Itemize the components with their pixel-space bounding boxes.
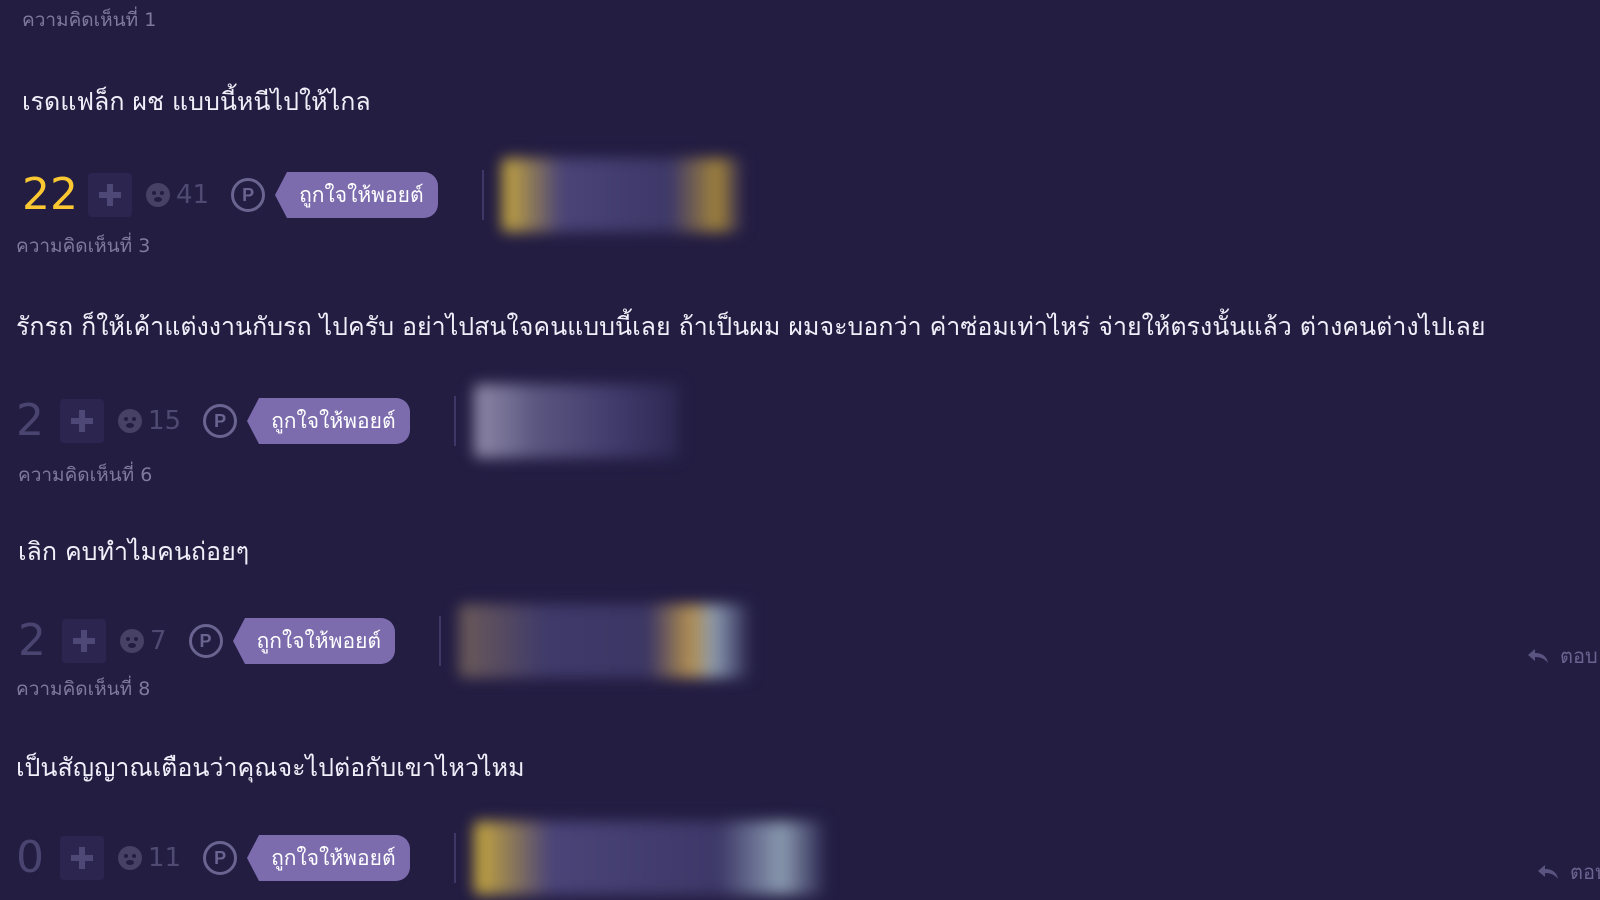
like-give-point-button[interactable]: ถูกใจให้พอยต์ [232, 618, 396, 664]
comment-thread: ความคิดเห็นที่ 1 เรดแฟล็ก ผช แบบนี้หนีไป… [0, 0, 1600, 900]
point-p-icon: P [188, 624, 223, 658]
comment-actions: 2 15 P ถูกใจให้พอยต์ [16, 384, 679, 458]
reply-label: ตอบ [1570, 860, 1600, 884]
point-p-icon: P [203, 841, 238, 875]
like-give-point-button[interactable]: ถูกใจให้พอยต์ [247, 835, 410, 881]
comment-actions: 0 11 P ถูกใจให้พอยต์ [16, 821, 824, 895]
emotion-reaction[interactable]: 11 [118, 843, 181, 873]
vote-score: 0 [16, 832, 44, 883]
vote-score: 22 [22, 169, 78, 220]
vote-plus-button[interactable] [60, 836, 104, 880]
plus-icon [99, 184, 121, 206]
comment-actions: 2 7 P ถูกใจให้พอยต์ [18, 604, 750, 678]
blurred-user-avatar[interactable] [473, 821, 824, 895]
emotion-count: 7 [150, 626, 167, 656]
emotion-reaction[interactable]: 15 [118, 406, 181, 436]
point-p-icon: P [231, 178, 266, 212]
plus-icon [71, 847, 93, 869]
comment-text: เลิก คบทำไมคนถ่อยๆ [18, 537, 250, 566]
plus-icon [71, 410, 93, 432]
emotion-count: 15 [148, 406, 182, 436]
comment-number: ความคิดเห็นที่ 8 [16, 678, 151, 700]
reply-arrow-icon [1528, 649, 1548, 663]
emotion-face-icon [146, 183, 170, 207]
like-give-point-button[interactable]: ถูกใจให้พอยต์ [247, 398, 410, 444]
vote-plus-button[interactable] [60, 399, 104, 443]
plus-icon [73, 630, 95, 652]
vote-plus-button[interactable] [88, 173, 132, 217]
comment-text: เป็นสัญญาณเตือนว่าคุณจะไปต่อกับเขาไหวไหม [16, 753, 525, 782]
reply-button[interactable]: ตอบ [1526, 640, 1598, 672]
comment-number: ความคิดเห็นที่ 3 [16, 235, 151, 257]
like-give-point-button[interactable]: ถูกใจให้พอยต์ [275, 172, 438, 218]
emotion-face-icon [118, 409, 142, 433]
vote-score: 2 [18, 615, 46, 666]
emotion-reaction[interactable]: 7 [120, 626, 167, 656]
reply-button[interactable]: ตอบ [1536, 856, 1600, 888]
point-p-icon: P [203, 404, 238, 438]
emotion-reaction[interactable]: 41 [146, 180, 209, 210]
emotion-count: 11 [148, 843, 182, 873]
divider [453, 396, 456, 446]
vote-score: 2 [16, 395, 44, 446]
divider [439, 616, 442, 666]
comment-number: ความคิดเห็นที่ 1 [22, 9, 157, 31]
comment-text: เรดแฟล็ก ผช แบบนี้หนีไปให้ไกล [22, 87, 371, 116]
reply-arrow-icon [1538, 865, 1558, 879]
divider [453, 833, 456, 883]
divider [481, 170, 484, 220]
reply-label: ตอบ [1560, 644, 1598, 668]
blurred-user-avatar[interactable] [459, 604, 750, 678]
blurred-user-avatar[interactable] [473, 384, 679, 458]
comment-text: รักรถ ก็ให้เค้าแต่งงานกับรถ ไปครับ อย่าไ… [16, 312, 1486, 341]
comment-number: ความคิดเห็นที่ 6 [18, 464, 153, 486]
comment-actions: 22 41 P ถูกใจให้พอยต์ [22, 158, 742, 232]
emotion-count: 41 [176, 180, 210, 210]
vote-plus-button[interactable] [62, 619, 106, 663]
emotion-face-icon [118, 846, 142, 870]
emotion-face-icon [120, 629, 144, 653]
blurred-user-avatar[interactable] [501, 158, 742, 232]
